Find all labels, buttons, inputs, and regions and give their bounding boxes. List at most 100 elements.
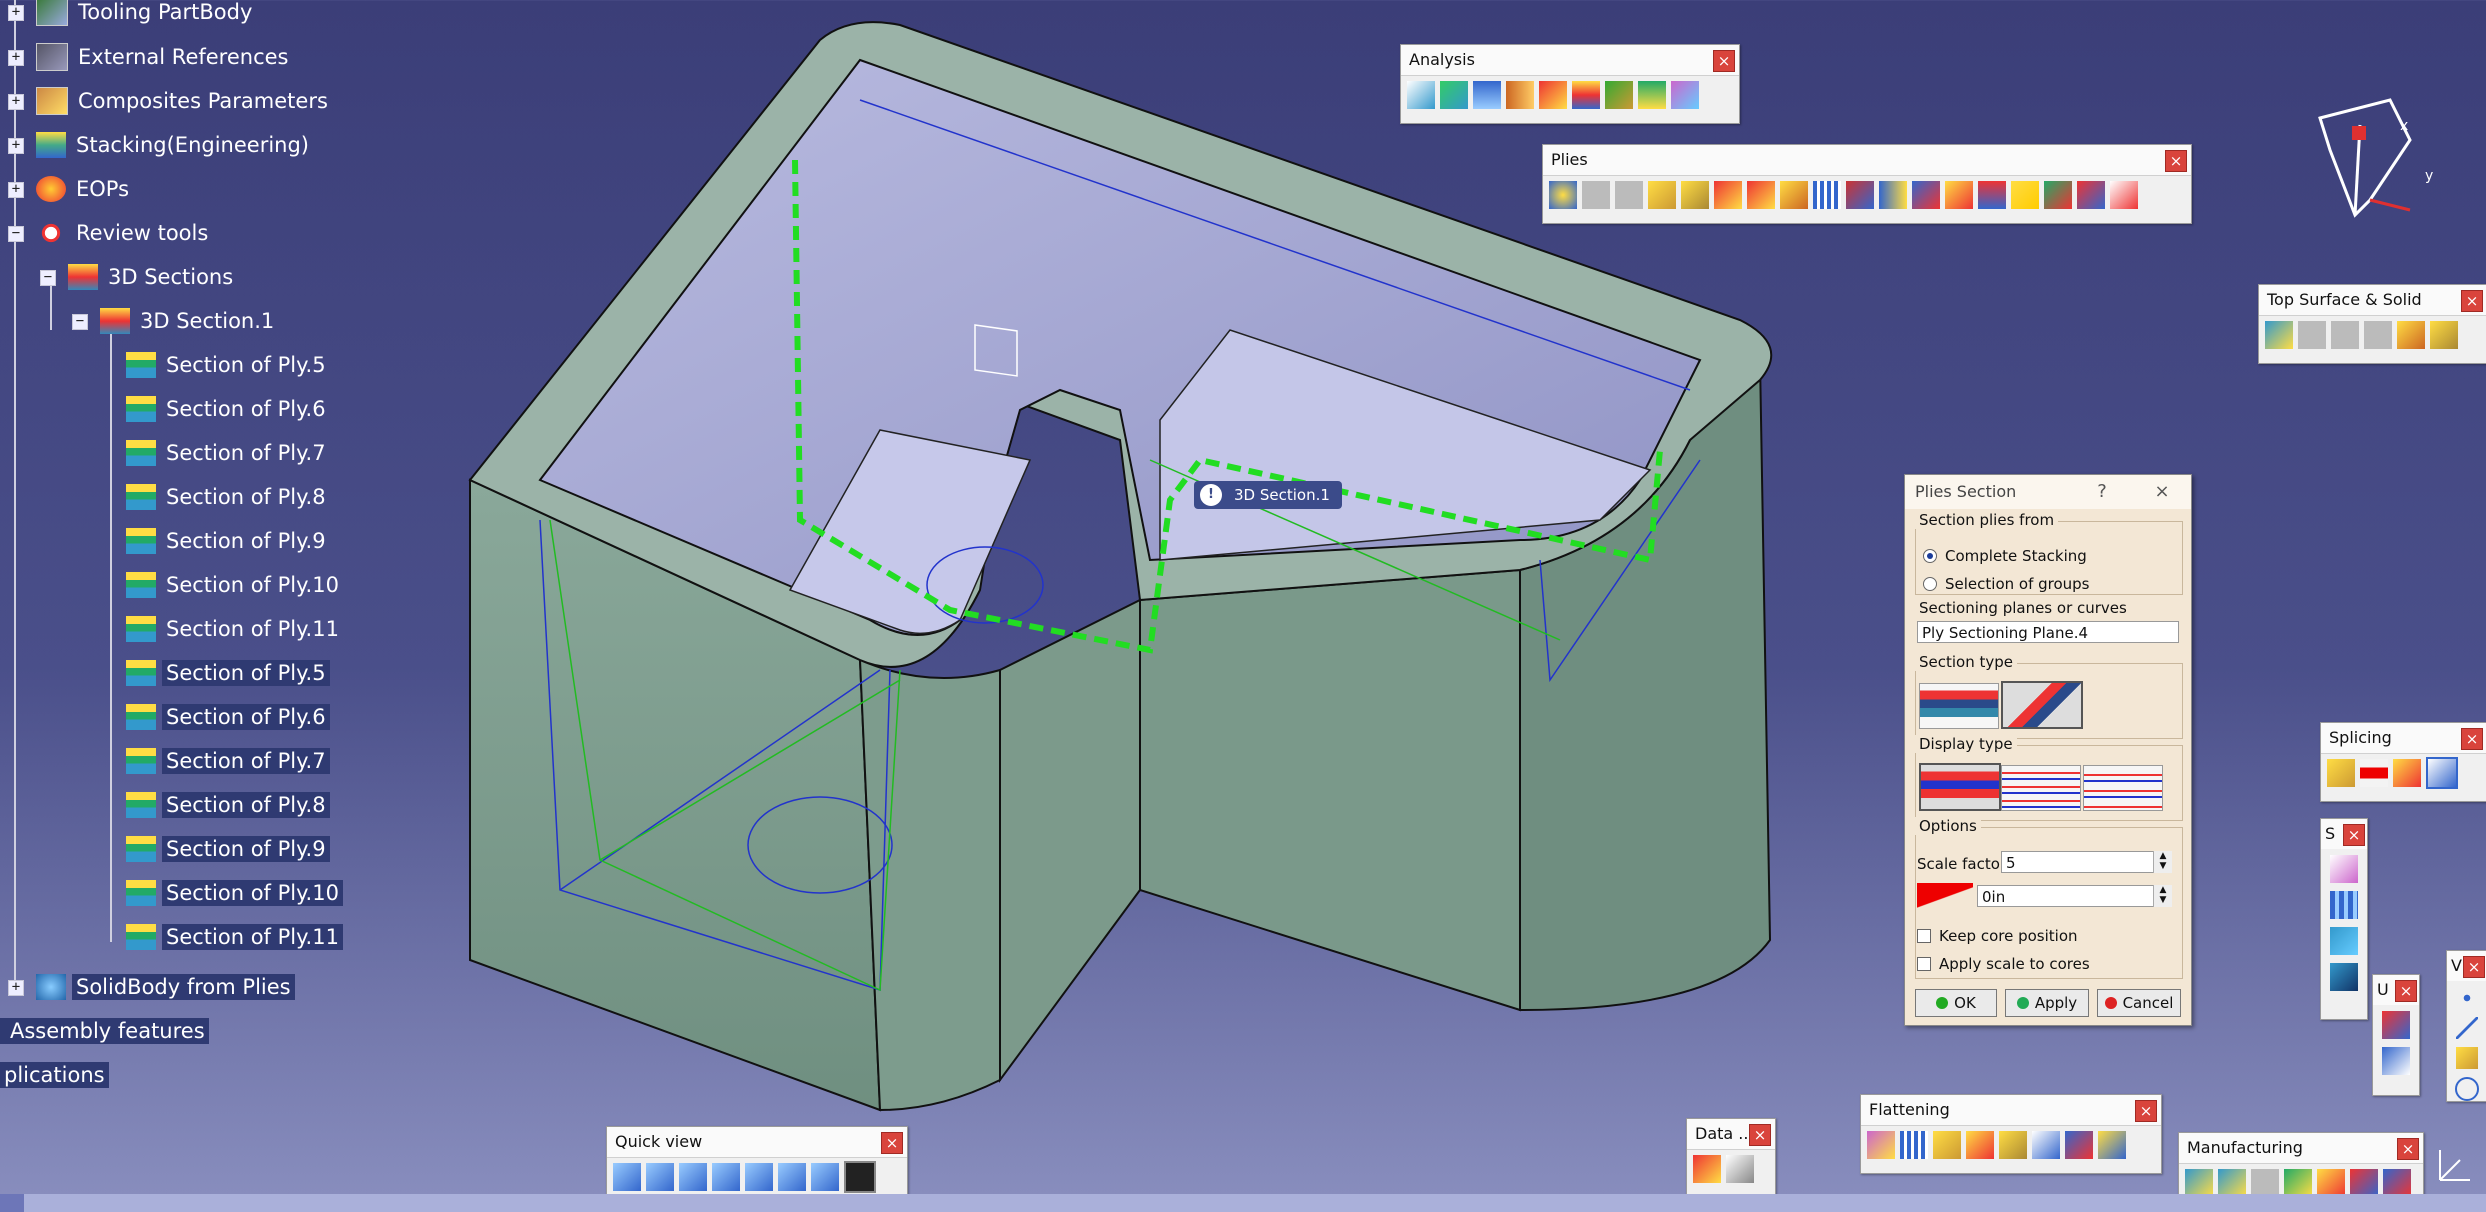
manufacturing-ply-icon[interactable] [2218,1169,2246,1197]
display-type-lines-button[interactable] [2083,765,2163,811]
manufacturing-zone-icon[interactable] [2185,1169,2213,1197]
close-icon[interactable]: × [2461,290,2483,312]
named-views-icon[interactable] [844,1161,876,1193]
selection-of-groups-radio[interactable]: Selection of groups [1923,575,2090,593]
material-excess-icon[interactable] [1638,81,1666,109]
apply-scale-to-cores-checkbox[interactable]: Apply scale to cores [1917,955,2090,973]
slice-icon[interactable] [2364,321,2392,349]
flatten-axis-icon[interactable] [2032,1131,2060,1159]
top-view-icon[interactable] [778,1163,806,1191]
top-surface-icon[interactable] [2265,321,2293,349]
tree-item-section-of-ply[interactable]: Section of Ply.8 [126,482,330,512]
dialog-close-button[interactable]: × [2145,475,2179,509]
manufacturing-darts-icon[interactable] [2350,1169,2378,1197]
close-icon[interactable]: × [2135,1100,2157,1122]
tree-item-external-references[interactable]: + External References [8,42,293,72]
complete-stacking-radio[interactable]: Complete Stacking [1923,547,2087,565]
isometric-view-icon[interactable] [613,1163,641,1191]
right-view-icon[interactable] [745,1163,773,1191]
tree-item-section-of-ply[interactable]: Section of Ply.11 [126,614,343,644]
tree-item-section-of-ply[interactable]: Section of Ply.6 [126,702,330,732]
close-icon[interactable]: × [881,1132,903,1154]
close-icon[interactable]: × [1713,50,1735,72]
tree-item-section-of-ply[interactable]: Section of Ply.6 [126,394,330,424]
flatten-surface-icon[interactable] [1999,1131,2027,1159]
offset-field[interactable]: 0in [1977,885,2171,907]
plies-from-zone-icon[interactable] [1582,181,1610,209]
tree-item-applications[interactable]: plications [0,1060,109,1090]
flatten-export-icon[interactable] [2098,1131,2126,1159]
xml-export-icon[interactable] [1726,1155,1754,1183]
tree-item-review-tools[interactable]: − Review tools [8,218,212,248]
thickness-icon[interactable] [2298,321,2326,349]
line-icon[interactable] [2456,1017,2478,1039]
spline-icon[interactable] [2330,855,2358,883]
limit-contour-icon[interactable] [1714,181,1742,209]
offset-spinner[interactable]: ▲ ▼ [2153,885,2172,907]
collapse-icon[interactable]: − [8,226,24,242]
plane-icon[interactable] [2456,1047,2478,1069]
cancel-button[interactable]: Cancel [2097,989,2181,1017]
stacking-analysis-icon[interactable] [1572,81,1600,109]
flatten-points-icon[interactable] [1966,1131,1994,1159]
tree-item-3d-sections[interactable]: − 3D Sections [40,262,237,292]
edge-of-part-icon[interactable] [2110,181,2138,209]
scale-factor-field[interactable]: 5 [2001,851,2171,873]
tree-item-section-of-ply[interactable]: Section of Ply.10 [126,570,343,600]
back-view-icon[interactable] [679,1163,707,1191]
surface-icon[interactable] [2330,927,2358,955]
manufacturing-stack-icon[interactable] [2251,1169,2279,1197]
tree-item-section-of-ply[interactable]: Section of Ply.8 [126,790,330,820]
front-view-icon[interactable] [646,1163,674,1191]
3d-section-tooltip[interactable]: ! 3D Section.1 [1194,481,1342,509]
stacking-management-icon[interactable] [2044,181,2072,209]
close-icon[interactable]: × [2397,1138,2419,1160]
close-icon[interactable]: × [2395,980,2417,1002]
close-icon[interactable]: × [2461,728,2483,750]
splice-remove-icon[interactable] [2426,757,2458,789]
tree-item-composites-parameters[interactable]: + Composites Parameters [8,86,332,116]
tree-item-3d-section-1[interactable]: − 3D Section.1 [72,306,278,336]
expand-icon[interactable]: + [8,138,24,154]
close-icon[interactable]: × [2463,956,2485,978]
flatten-grid-icon[interactable] [1900,1131,1928,1159]
manufacturing-edge-icon[interactable] [2317,1169,2345,1197]
drop-off-icon[interactable] [1671,81,1699,109]
manufacturing-laser-icon[interactable] [2383,1169,2411,1197]
flatten-curve-icon[interactable] [1933,1131,1961,1159]
bottom-view-icon[interactable] [811,1163,839,1191]
solid-from-plies-icon[interactable] [2397,321,2425,349]
cut-piece-icon[interactable] [1747,181,1775,209]
display-type-outline-button[interactable] [2001,765,2081,811]
section-type-flat-button[interactable] [1919,683,1999,729]
ply-tables-icon[interactable] [1780,181,1808,209]
splice-icon[interactable] [2327,759,2355,787]
tree-item-section-of-ply[interactable]: Section of Ply.9 [126,526,330,556]
circle-icon[interactable] [2455,1077,2479,1101]
splice-ply-icon[interactable] [2393,759,2421,787]
collapse-icon[interactable]: − [40,270,56,286]
horizontal-scrollbar[interactable] [0,1194,2486,1212]
grid-select-icon[interactable] [2330,891,2358,919]
manual-ply-icon[interactable] [1648,181,1676,209]
tree-item-section-of-ply[interactable]: Section of Ply.10 [126,878,343,908]
numerical-analysis-icon[interactable] [1506,81,1534,109]
export-data-icon[interactable] [1693,1155,1721,1183]
tree-item-section-of-ply[interactable]: Section of Ply.5 [126,658,330,688]
display-type-filled-button[interactable] [1919,763,2001,811]
left-view-icon[interactable] [712,1163,740,1191]
tree-item-section-of-ply[interactable]: Section of Ply.7 [126,746,330,776]
utility-icon[interactable] [2382,1011,2410,1039]
scale-factor-spinner[interactable]: ▲ ▼ [2153,851,2172,873]
tree-item-solidbody-from-plies[interactable]: + SolidBody from Plies [8,972,295,1002]
expand-icon[interactable]: + [8,182,24,198]
flatten-icon[interactable] [1867,1131,1895,1159]
core-sampling-icon[interactable] [1473,81,1501,109]
ply-analysis-icon[interactable] [1539,81,1567,109]
expand-icon[interactable]: + [8,980,24,996]
keep-core-position-checkbox[interactable]: Keep core position [1917,927,2078,945]
geodesic-icon[interactable] [2330,963,2358,991]
tree-item-assembly-features[interactable]: Assembly features [0,1016,209,1046]
measure-icon[interactable] [2382,1047,2410,1075]
expand-icon[interactable]: + [8,50,24,66]
